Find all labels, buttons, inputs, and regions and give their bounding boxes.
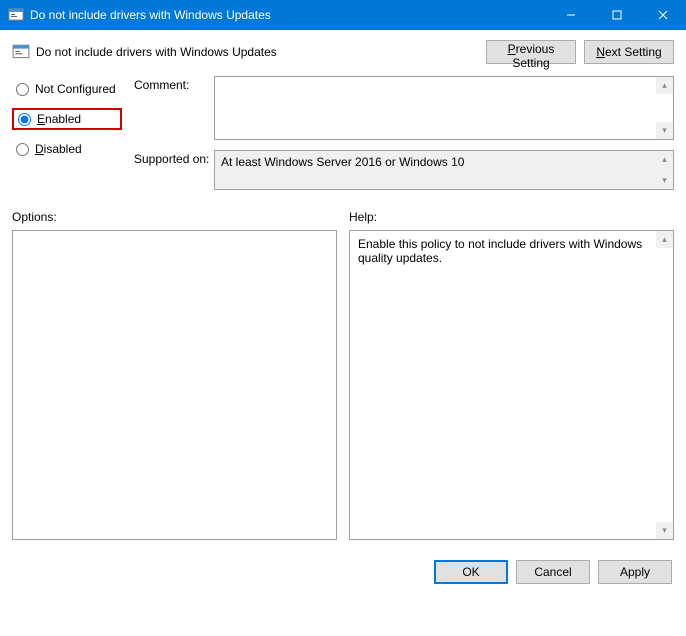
radio-enabled[interactable]: Enabled [12,108,122,130]
apply-button[interactable]: Apply [598,560,672,584]
window-controls [548,0,686,30]
scroll-up-icon[interactable]: ▴ [656,77,673,94]
ok-button[interactable]: OK [434,560,508,584]
radio-not-configured-input[interactable] [16,83,29,96]
options-panel [12,230,337,540]
next-setting-button[interactable]: Next Setting [584,40,674,64]
close-button[interactable] [640,0,686,30]
comment-label: Comment: [134,76,214,92]
options-label: Options: [12,210,337,224]
scroll-up-icon[interactable]: ▴ [656,231,673,248]
radio-enabled-input[interactable] [18,113,31,126]
titlebar[interactable]: Do not include drivers with Windows Upda… [0,0,686,30]
comment-scroll[interactable]: ▴▾ [656,77,673,139]
radio-not-configured[interactable]: Not Configured [12,80,122,98]
help-panel: Enable this policy to not include driver… [349,230,674,540]
scroll-down-icon[interactable]: ▾ [656,522,673,539]
minimize-button[interactable] [548,0,594,30]
scroll-down-icon[interactable]: ▾ [656,122,673,139]
supported-box: At least Windows Server 2016 or Windows … [214,150,674,190]
radio-label: Enabled [37,112,81,126]
scroll-down-icon[interactable]: ▾ [656,172,673,189]
help-text: Enable this policy to not include driver… [358,237,642,265]
supported-scroll[interactable]: ▴▾ [656,151,673,189]
policy-icon [12,43,30,61]
maximize-button[interactable] [594,0,640,30]
cancel-button[interactable]: Cancel [516,560,590,584]
window-title: Do not include drivers with Windows Upda… [30,8,548,22]
radio-label: Disabled [35,142,82,156]
radio-disabled[interactable]: Disabled [12,140,122,158]
comment-textarea[interactable]: ▴▾ [214,76,674,140]
radio-disabled-input[interactable] [16,143,29,156]
radio-label: Not Configured [35,82,116,96]
help-label: Help: [349,210,674,224]
previous-setting-button[interactable]: Previous Setting [486,40,576,64]
policy-icon [8,7,24,23]
policy-title: Do not include drivers with Windows Upda… [36,45,486,59]
scroll-up-icon[interactable]: ▴ [656,151,673,168]
help-scroll[interactable]: ▴▾ [656,231,673,539]
supported-label: Supported on: [134,150,214,166]
supported-value: At least Windows Server 2016 or Windows … [221,155,464,169]
